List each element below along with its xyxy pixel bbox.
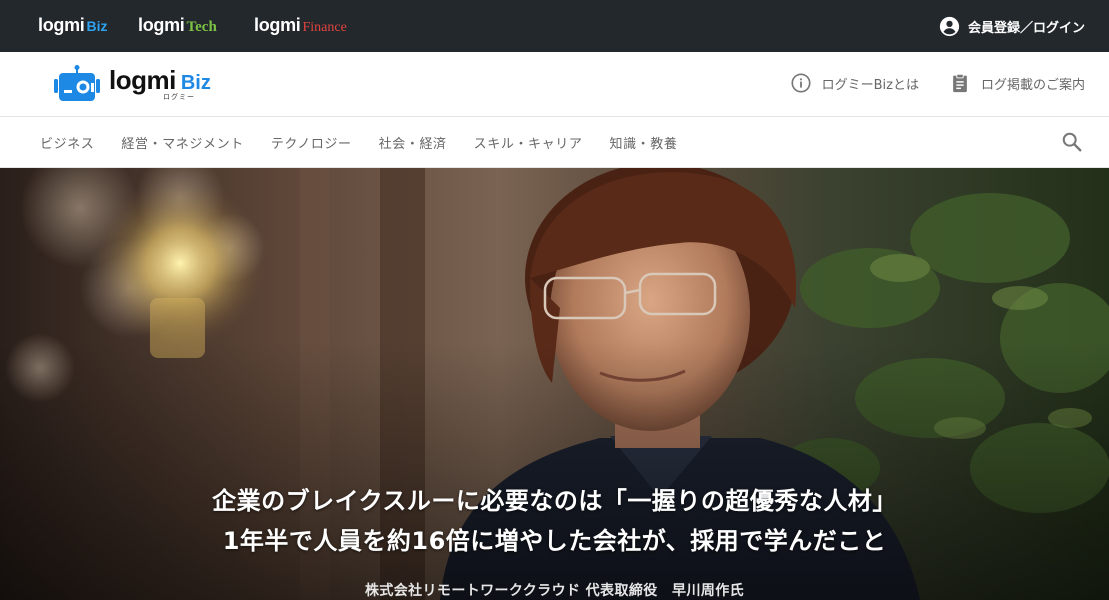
hero-speaker: 株式会社リモートワーククラウド 代表取締役 早川周作氏 (364, 583, 745, 599)
about-link[interactable]: ログミーBizとは (790, 72, 919, 94)
logo-ruby-text: ログミー (163, 92, 195, 101)
network-link-logmi-finance[interactable]: logmi Finance (254, 15, 347, 37)
category-society-economy[interactable]: 社会・経済 (379, 133, 447, 152)
info-icon (791, 73, 811, 93)
hero-article[interactable]: 企業のブレイクスルーに必要なのは「一握りの超優秀な人材」 1年半で人員を約16倍… (0, 168, 1109, 600)
network-link-logmi-biz[interactable]: logmi Biz (38, 15, 108, 37)
category-list: ビジネス 経営・マネジメント テクノロジー 社会・経済 スキル・キャリア 知識・… (40, 117, 677, 168)
logo-accent-text: Biz (180, 71, 211, 94)
network-bar: logmi Biz logmi Tech logmi Finance 会員登録／… (0, 0, 1109, 52)
category-management[interactable]: 経営・マネジメント (121, 133, 243, 152)
account-circle-icon (939, 16, 960, 36)
about-link-label: ログミーBizとは (821, 77, 919, 93)
clipboard-icon (953, 73, 967, 93)
category-technology[interactable]: テクノロジー (271, 133, 352, 152)
header-links: ログミーBizとは ログ掲載のご案内 (790, 72, 1085, 94)
brand-suffix: Tech (186, 19, 217, 35)
login-button[interactable]: 会員登録／ログイン (939, 14, 1085, 38)
category-nav: ビジネス 経営・マネジメント テクノロジー 社会・経済 スキル・キャリア 知識・… (0, 117, 1109, 168)
listing-info-label: ログ掲載のご案内 (980, 77, 1085, 93)
logo-main-text: logmi (109, 64, 176, 95)
site-logo[interactable]: logmi Biz ログミー (51, 64, 211, 104)
login-label: 会員登録／ログイン (967, 20, 1085, 36)
listing-info-link[interactable]: ログ掲載のご案内 (949, 72, 1085, 94)
logo-wordmark: logmi Biz (109, 67, 211, 93)
search-icon[interactable] (1061, 131, 1083, 153)
category-business[interactable]: ビジネス (40, 133, 94, 152)
brand-suffix: Finance (302, 20, 347, 35)
hero-title-line-2[interactable]: 1年半で人員を約16倍に増やした会社が、採用で学んだこと (0, 521, 1109, 556)
brand-base: logmi (38, 15, 85, 35)
category-knowledge[interactable]: 知識・教養 (609, 133, 677, 152)
brand-base: logmi (254, 15, 301, 35)
robot-logo-icon (54, 65, 100, 101)
category-skill-career[interactable]: スキル・キャリア (474, 133, 583, 152)
brand-base: logmi (138, 15, 185, 35)
network-link-logmi-tech[interactable]: logmi Tech (138, 15, 217, 37)
logo-text: logmi Biz ログミー (109, 67, 211, 102)
site-header: logmi Biz ログミー ログミーBizとは ログ掲載のご案内 (0, 52, 1109, 117)
brand-suffix: Biz (86, 18, 108, 34)
hero-title-line-1[interactable]: 企業のブレイクスルーに必要なのは「一握りの超優秀な人材」 (0, 481, 1109, 516)
